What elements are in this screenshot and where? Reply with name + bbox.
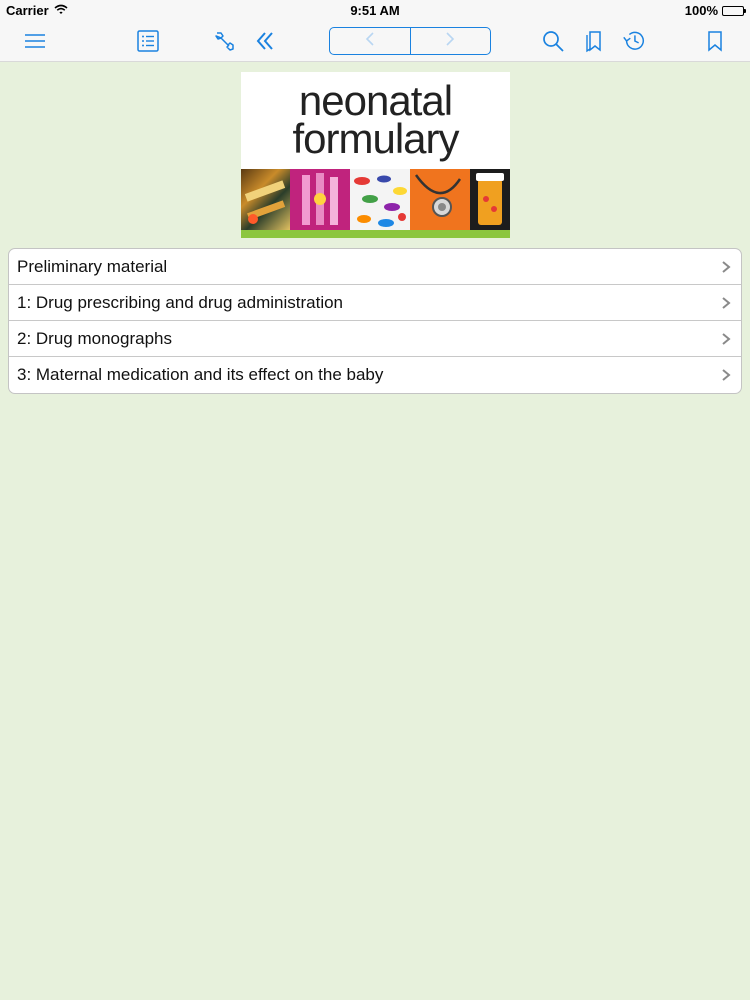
chevron-right-icon (721, 296, 731, 310)
chapter-label: 2: Drug monographs (17, 328, 172, 348)
chapter-row-2[interactable]: 2: Drug monographs (9, 321, 741, 357)
wrench-icon[interactable] (212, 28, 238, 54)
menu-icon[interactable] (22, 28, 48, 54)
cover-title-line2: formulary (292, 115, 459, 162)
cover-photo-tile (410, 169, 470, 230)
cover-green-band (241, 230, 510, 238)
page-nav-segment (329, 27, 491, 55)
bookmark-icon[interactable] (702, 28, 728, 54)
toolbar (0, 20, 750, 62)
cover-photo-tile (350, 169, 410, 230)
chevron-right-icon (721, 332, 731, 346)
chevron-right-icon (721, 260, 731, 274)
book-cover: neonatal formulary (241, 72, 510, 238)
forward-button[interactable] (409, 28, 491, 54)
chapter-row-1[interactable]: 1: Drug prescribing and drug administrat… (9, 285, 741, 321)
double-chevron-left-icon[interactable] (252, 28, 278, 54)
bookmarks-icon[interactable] (582, 28, 608, 54)
cover-photo-tile (241, 169, 290, 230)
chapter-row-preliminary[interactable]: Preliminary material (9, 249, 741, 285)
chevron-right-icon (721, 368, 731, 382)
battery-group: 100% (684, 3, 746, 18)
cover-photo-tile (290, 169, 350, 230)
back-button[interactable] (330, 28, 410, 54)
chapter-label: 1: Drug prescribing and drug administrat… (17, 292, 344, 312)
battery-percent: 100% (684, 3, 718, 18)
toc-list-icon[interactable] (135, 28, 161, 54)
chapter-label: Preliminary material (17, 256, 168, 276)
cover-photo-tile (470, 169, 510, 230)
status-bar: Carrier 9:51 AM 100% (0, 0, 750, 20)
chapter-list: Preliminary material 1: Drug prescribing… (8, 248, 742, 394)
history-icon[interactable] (621, 28, 647, 54)
battery-icon (722, 5, 746, 16)
cover-photo-strip (241, 169, 510, 230)
chapter-label: 3: Maternal medication and its effect on… (17, 365, 384, 384)
back-arrow-icon (364, 31, 376, 52)
forward-arrow-icon (444, 31, 456, 52)
chapter-row-3[interactable]: 3: Maternal medication and its effect on… (9, 357, 741, 393)
search-icon[interactable] (540, 28, 566, 54)
status-time: 9:51 AM (350, 3, 400, 18)
